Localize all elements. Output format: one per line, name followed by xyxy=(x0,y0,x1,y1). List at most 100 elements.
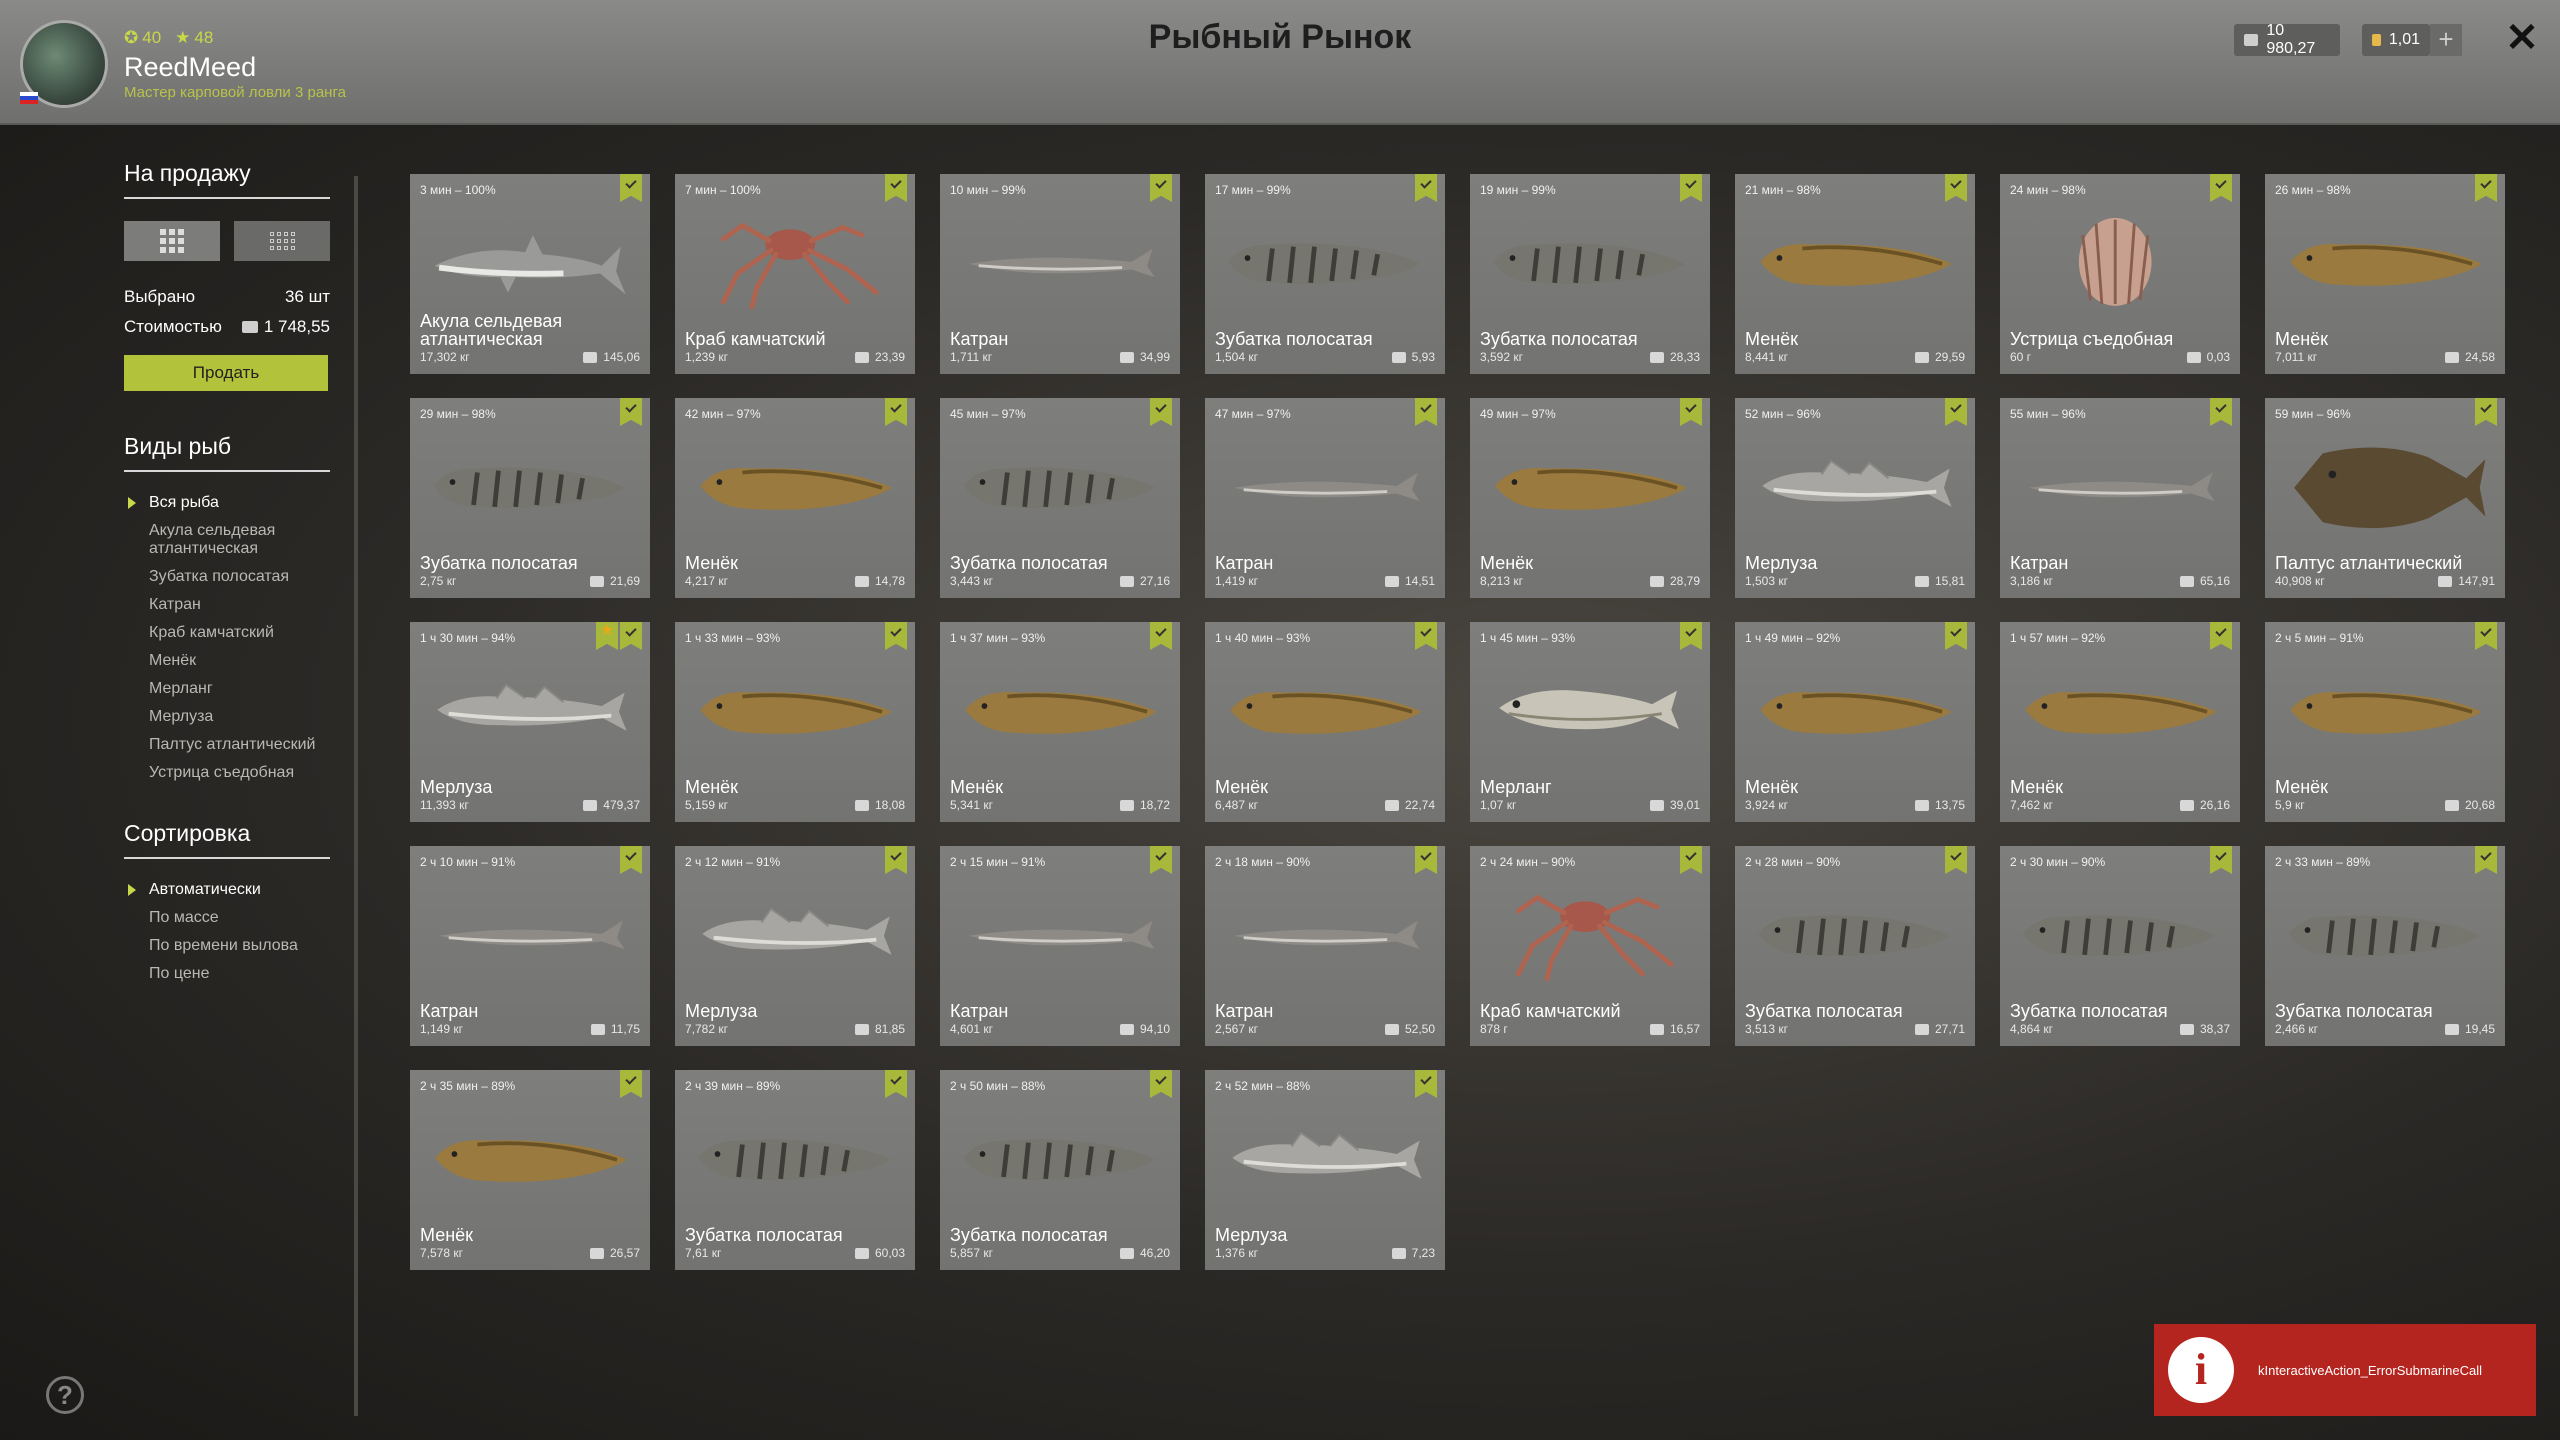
fish-card[interactable]: 2 ч 5 мин – 91% Менёк 5,9 кг 20,68 xyxy=(2265,622,2505,822)
species-filter-item[interactable]: Менёк xyxy=(124,652,330,670)
fish-card[interactable]: 24 мин – 98% Устрица съедобная 60 г 0,03 xyxy=(2000,174,2240,374)
fish-card[interactable]: 1 ч 37 мин – 93% Менёк 5,341 кг 18,72 xyxy=(940,622,1180,822)
fish-card[interactable]: 47 мин – 97% Катран 1,419 кг 14,51 xyxy=(1205,398,1445,598)
sort-option[interactable]: По цене xyxy=(124,965,330,983)
fish-card[interactable]: 49 мин – 97% Менёк 8,213 кг 28,79 xyxy=(1470,398,1710,598)
species-filter-item[interactable]: Краб камчатский xyxy=(124,624,330,642)
check-icon[interactable] xyxy=(2475,846,2497,874)
sort-option[interactable]: Автоматически xyxy=(124,881,330,899)
fish-card[interactable]: 7 мин – 100% Краб камчатский 1,239 кг 23… xyxy=(675,174,915,374)
fish-card[interactable]: 59 мин – 96% Палтус атлантический 40,908… xyxy=(2265,398,2505,598)
fish-card[interactable]: 1 ч 33 мин – 93% Менёк 5,159 кг 18,08 xyxy=(675,622,915,822)
species-filter-item[interactable]: Мерланг xyxy=(124,680,330,698)
check-icon[interactable] xyxy=(1415,846,1437,874)
fish-name: Краб камчатский xyxy=(685,329,826,349)
fish-card[interactable]: 45 мин – 97% Зубатка полосатая 3,443 кг … xyxy=(940,398,1180,598)
check-icon[interactable] xyxy=(1415,1070,1437,1098)
check-icon[interactable] xyxy=(885,398,907,426)
fish-card[interactable]: 2 ч 35 мин – 89% Менёк 7,578 кг 26,57 xyxy=(410,1070,650,1270)
check-icon[interactable] xyxy=(885,846,907,874)
fish-card[interactable]: 1 ч 45 мин – 93% Мерланг 1,07 кг 39,01 xyxy=(1470,622,1710,822)
fish-card[interactable]: 52 мин – 96% Мерлуза 1,503 кг 15,81 xyxy=(1735,398,1975,598)
check-icon[interactable] xyxy=(2210,622,2232,650)
check-icon[interactable] xyxy=(1150,622,1172,650)
check-icon[interactable] xyxy=(1945,398,1967,426)
error-notification[interactable]: i kInteractiveAction_ErrorSubmarineCall xyxy=(2154,1324,2536,1416)
price-value: 28,33 xyxy=(1669,350,1700,364)
check-icon[interactable] xyxy=(2210,398,2232,426)
fish-card[interactable]: 2 ч 33 мин – 89% Зубатка полосатая 2,466… xyxy=(2265,846,2505,1046)
check-icon[interactable] xyxy=(1150,398,1172,426)
species-filter-item[interactable]: Катран xyxy=(124,596,330,614)
check-icon[interactable] xyxy=(1150,846,1172,874)
fish-weight: 3,443 кг xyxy=(950,574,993,588)
fish-card[interactable]: 2 ч 52 мин – 88% Мерлуза 1,376 кг 7,23 xyxy=(1205,1070,1445,1270)
species-filter-item[interactable]: Мерлуза xyxy=(124,708,330,726)
check-icon[interactable] xyxy=(620,846,642,874)
species-filter-item[interactable]: Акула сельдевая атлантическая xyxy=(124,522,330,558)
fish-card[interactable]: 1 ч 57 мин – 92% Менёк 7,462 кг 26,16 xyxy=(2000,622,2240,822)
fish-card[interactable]: 3 мин – 100% Акула сельдевая атлантическ… xyxy=(410,174,650,374)
fish-card[interactable]: 2 ч 50 мин – 88% Зубатка полосатая 5,857… xyxy=(940,1070,1180,1270)
add-currency-button[interactable]: + xyxy=(2430,24,2462,56)
check-icon[interactable] xyxy=(885,174,907,202)
fish-card[interactable]: 1 ч 40 мин – 93% Менёк 6,487 кг 22,74 xyxy=(1205,622,1445,822)
fish-card[interactable]: 26 мин – 98% Менёк 7,011 кг 24,58 xyxy=(2265,174,2505,374)
coin-icon xyxy=(1384,799,1399,811)
check-icon[interactable] xyxy=(2210,846,2232,874)
check-icon[interactable] xyxy=(1945,622,1967,650)
help-button[interactable]: ? xyxy=(46,1376,84,1414)
species-filter-item[interactable]: Вся рыба xyxy=(124,494,330,512)
fish-card[interactable]: 2 ч 28 мин – 90% Зубатка полосатая 3,513… xyxy=(1735,846,1975,1046)
check-icon[interactable] xyxy=(1945,174,1967,202)
fish-card[interactable]: 1 ч 30 мин – 94% ★ Мерлуза 11,393 кг 479… xyxy=(410,622,650,822)
fish-price: 479,37 xyxy=(583,798,640,812)
fish-card[interactable]: 17 мин – 99% Зубатка полосатая 1,504 кг … xyxy=(1205,174,1445,374)
sell-button[interactable]: Продать xyxy=(124,355,328,391)
check-icon[interactable] xyxy=(1680,622,1702,650)
fish-card[interactable]: 2 ч 10 мин – 91% Катран 1,149 кг 11,75 xyxy=(410,846,650,1046)
check-icon[interactable] xyxy=(1680,398,1702,426)
fish-card[interactable]: 10 мин – 99% Катран 1,711 кг 34,99 xyxy=(940,174,1180,374)
check-icon[interactable] xyxy=(1415,622,1437,650)
check-icon[interactable] xyxy=(1680,174,1702,202)
close-button[interactable]: ✕ xyxy=(2502,18,2542,58)
fish-card[interactable]: 21 мин – 98% Менёк 8,441 кг 29,59 xyxy=(1735,174,1975,374)
check-icon[interactable] xyxy=(620,174,642,202)
species-filter-item[interactable]: Зубатка полосатая xyxy=(124,568,330,586)
fish-card[interactable]: 55 мин – 96% Катран 3,186 кг 65,16 xyxy=(2000,398,2240,598)
small-grid-view-button[interactable] xyxy=(234,221,330,261)
fish-card[interactable]: 2 ч 30 мин – 90% Зубатка полосатая 4,864… xyxy=(2000,846,2240,1046)
check-icon[interactable] xyxy=(885,1070,907,1098)
check-icon[interactable] xyxy=(620,622,642,650)
check-icon[interactable] xyxy=(1150,174,1172,202)
fish-name: Менёк xyxy=(1215,777,1269,797)
check-icon[interactable] xyxy=(1945,846,1967,874)
fish-card[interactable]: 42 мин – 97% Менёк 4,217 кг 14,78 xyxy=(675,398,915,598)
check-icon[interactable] xyxy=(2475,398,2497,426)
fish-image xyxy=(1228,243,1420,285)
check-icon[interactable] xyxy=(2475,174,2497,202)
check-icon[interactable] xyxy=(620,398,642,426)
check-icon[interactable] xyxy=(1680,846,1702,874)
check-icon[interactable] xyxy=(2210,174,2232,202)
large-grid-view-button[interactable] xyxy=(124,221,220,261)
fish-card[interactable]: 29 мин – 98% Зубатка полосатая 2,75 кг 2… xyxy=(410,398,650,598)
fish-card[interactable]: 2 ч 12 мин – 91% Мерлуза 7,782 кг 81,85 xyxy=(675,846,915,1046)
species-filter-item[interactable]: Палтус атлантический xyxy=(124,736,330,754)
fish-card[interactable]: 2 ч 39 мин – 89% Зубатка полосатая 7,61 … xyxy=(675,1070,915,1270)
sort-option[interactable]: По массе xyxy=(124,909,330,927)
fish-card[interactable]: 2 ч 18 мин – 90% Катран 2,567 кг 52,50 xyxy=(1205,846,1445,1046)
fish-card[interactable]: 19 мин – 99% Зубатка полосатая 3,592 кг … xyxy=(1470,174,1710,374)
sort-option[interactable]: По времени вылова xyxy=(124,937,330,955)
check-icon[interactable] xyxy=(1150,1070,1172,1098)
fish-card[interactable]: 2 ч 24 мин – 90% Краб камчатский 878 г 1… xyxy=(1470,846,1710,1046)
check-icon[interactable] xyxy=(885,622,907,650)
check-icon[interactable] xyxy=(1415,398,1437,426)
check-icon[interactable] xyxy=(2475,622,2497,650)
check-icon[interactable] xyxy=(1415,174,1437,202)
fish-card[interactable]: 1 ч 49 мин – 92% Менёк 3,924 кг 13,75 xyxy=(1735,622,1975,822)
fish-card[interactable]: 2 ч 15 мин – 91% Катран 4,601 кг 94,10 xyxy=(940,846,1180,1046)
check-icon[interactable] xyxy=(620,1070,642,1098)
species-filter-item[interactable]: Устрица съедобная xyxy=(124,764,330,782)
